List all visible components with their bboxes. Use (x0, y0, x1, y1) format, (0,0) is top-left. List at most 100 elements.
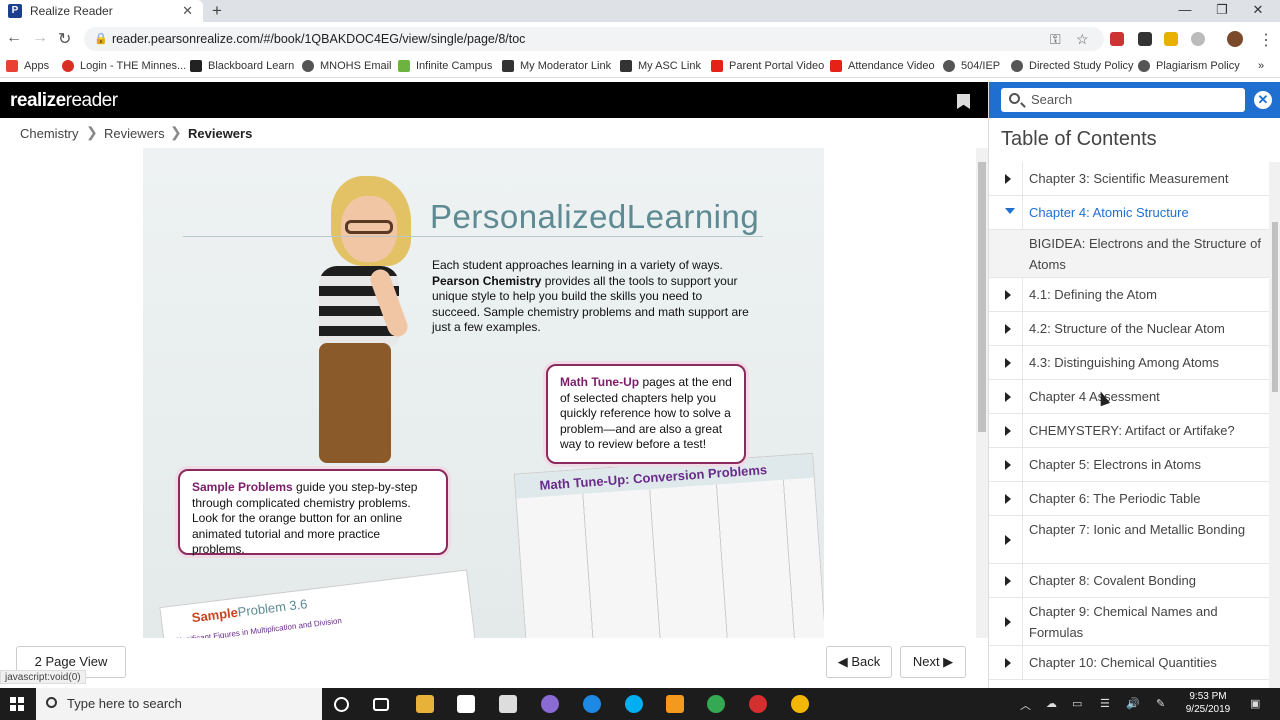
system-clock[interactable]: 9:53 PM 9/25/2019 (1180, 690, 1236, 716)
toc-item[interactable]: 4.3: Distinguishing Among Atoms (989, 346, 1269, 380)
bookmark-item[interactable]: Attendance Video (830, 60, 935, 72)
bookmark-item[interactable]: Plagiarism Policy (1138, 60, 1240, 72)
back-arrow-icon[interactable]: ← (6, 29, 22, 47)
caret-right-icon[interactable] (1005, 324, 1011, 334)
reload-icon[interactable]: ↻ (58, 29, 71, 49)
bookmark-apps[interactable]: Apps (6, 60, 49, 72)
toc-item[interactable]: 4.1: Defining the Atom (989, 278, 1269, 312)
close-toc-button[interactable]: ✕ (1254, 91, 1272, 109)
back-button[interactable]: ◀ Back (826, 646, 892, 678)
scrollbar-thumb[interactable] (1272, 222, 1278, 392)
caret-right-icon[interactable] (1005, 576, 1011, 586)
toc-item[interactable]: BIGIDEA: Electrons and the Structure of … (989, 230, 1269, 278)
app-icon[interactable] (666, 695, 684, 713)
cortana-icon[interactable] (334, 697, 349, 712)
toc-item[interactable]: Chapter 6: The Periodic Table (989, 482, 1269, 516)
app-icon[interactable] (791, 695, 809, 713)
bookmark-item[interactable]: My ASC Link (620, 60, 701, 72)
bookmark-item[interactable]: Infinite Campus (398, 60, 492, 72)
app-icon[interactable] (541, 695, 559, 713)
chevron-right-icon: ❯ (170, 124, 182, 140)
bookmark-item[interactable]: 504/IEP (943, 60, 1000, 72)
caret-right-icon[interactable] (1005, 494, 1011, 504)
breadcrumb-reviewers[interactable]: Reviewers (104, 126, 165, 141)
notifications-icon[interactable]: ▣ (1250, 697, 1260, 710)
battery-icon[interactable]: ▭ (1072, 697, 1082, 710)
toc-item[interactable]: CHEMYSTERY: Artifact or Artifake? (989, 414, 1269, 448)
caret-right-icon[interactable] (1005, 658, 1011, 668)
scrollbar-thumb[interactable] (978, 162, 986, 432)
more-bookmarks-button[interactable]: » (1258, 60, 1264, 72)
breadcrumb-chemistry[interactable]: Chemistry (20, 126, 79, 141)
caret-right-icon[interactable] (1005, 460, 1011, 470)
caret-right-icon[interactable] (1005, 290, 1011, 300)
volume-icon[interactable]: 🔊 (1126, 697, 1140, 710)
key-icon[interactable]: ⚿ (1050, 31, 1061, 48)
close-window-icon[interactable]: ✕ (1236, 0, 1280, 22)
toc-item[interactable]: Chapter 4: Atomic Structure (989, 196, 1269, 230)
toc-item[interactable]: Chapter 7: Ionic and Metallic Bonding (989, 516, 1269, 564)
close-tab-icon[interactable]: ✕ (182, 3, 193, 19)
toc-item[interactable]: Chapter 3: Scientific Measurement (989, 162, 1269, 196)
globe-icon (1011, 60, 1023, 72)
chrome-icon[interactable] (707, 695, 725, 713)
bookmark-item[interactable]: Parent Portal Video (711, 60, 824, 72)
taskbar-search-input[interactable]: Type here to search (36, 688, 322, 720)
task-view-icon[interactable] (373, 698, 389, 711)
extension-icon[interactable] (1110, 32, 1124, 46)
menu-kebab-icon[interactable]: ⋮ (1258, 30, 1274, 50)
record-icon[interactable] (749, 695, 767, 713)
onedrive-icon[interactable]: ☁ (1046, 697, 1057, 710)
breadcrumb: Chemistry ❯ Reviewers ❯ Reviewers (0, 118, 988, 148)
pen-icon[interactable]: ✎ (1156, 697, 1165, 710)
skype-icon[interactable] (625, 695, 643, 713)
toc-item[interactable]: 4.2: Structure of the Nuclear Atom (989, 312, 1269, 346)
caret-right-icon[interactable] (1005, 358, 1011, 368)
toc-item-label: Chapter 7: Ionic and Metallic Bonding (1029, 522, 1246, 537)
toc-scrollbar[interactable] (1269, 162, 1280, 688)
bookmark-item[interactable]: Directed Study Policy (1011, 60, 1134, 72)
network-icon[interactable]: ☰ (1100, 697, 1110, 710)
profile-avatar[interactable] (1227, 31, 1243, 47)
url-input[interactable]: 🔒 reader.pearsonrealize.com/#/book/1QBAK… (84, 27, 1104, 51)
store-icon[interactable] (457, 695, 475, 713)
caret-down-icon[interactable] (1005, 208, 1015, 214)
youtube-icon (711, 60, 723, 72)
caret-right-icon[interactable] (1005, 392, 1011, 402)
bookmark-item[interactable]: MNOHS Email (302, 60, 392, 72)
toc-item[interactable]: Chapter 4 Assessment (989, 380, 1269, 414)
extension-icon[interactable] (1191, 32, 1205, 46)
toc-item[interactable]: Chapter 8: Covalent Bonding (989, 564, 1269, 598)
caret-right-icon[interactable] (1005, 535, 1011, 545)
next-button[interactable]: Next ▶ (900, 646, 966, 678)
status-url: javascript:void(0) (0, 670, 86, 684)
toc-item[interactable]: Chapter 10: Chemical Quantities (989, 646, 1269, 680)
toc-item[interactable]: Chapter 5: Electrons in Atoms (989, 448, 1269, 482)
page-scrollbar[interactable] (976, 148, 988, 638)
caret-right-icon[interactable] (1005, 174, 1011, 184)
star-icon[interactable]: ☆ (1076, 31, 1089, 48)
bookmark-item[interactable]: My Moderator Link (502, 60, 611, 72)
realize-reader-logo: realizereader (10, 90, 118, 111)
student-avatar-pants (319, 343, 391, 463)
mail-icon[interactable] (499, 695, 517, 713)
chevron-up-icon[interactable]: ︿ (1020, 697, 1031, 713)
browser-tab[interactable]: P Realize Reader ✕ (0, 0, 203, 22)
forward-arrow-icon[interactable]: → (32, 29, 48, 47)
app-header: realizereader (0, 82, 988, 118)
caret-right-icon[interactable] (1005, 426, 1011, 436)
file-explorer-icon[interactable] (416, 695, 434, 713)
edge-icon[interactable] (583, 695, 601, 713)
new-tab-button[interactable]: + (212, 1, 222, 21)
caret-right-icon[interactable] (1005, 617, 1011, 627)
bookmarks-bar: Apps Login - THE Minnes... Blackboard Le… (0, 56, 1280, 78)
toc-item[interactable]: Chapter 9: Chemical Names and Formulas (989, 598, 1269, 646)
bookmark-item[interactable]: Login - THE Minnes... (62, 60, 186, 72)
page-intro-text: Each student approaches learning in a va… (432, 258, 749, 335)
bookmark-item[interactable]: Blackboard Learn (190, 60, 294, 72)
extension-icon[interactable] (1138, 32, 1152, 46)
windows-start-icon[interactable] (10, 697, 24, 711)
search-input[interactable]: Search (1001, 88, 1245, 112)
extension-icon[interactable] (1164, 32, 1178, 46)
toc-item-label: Chapter 5: Electrons in Atoms (1029, 457, 1201, 472)
